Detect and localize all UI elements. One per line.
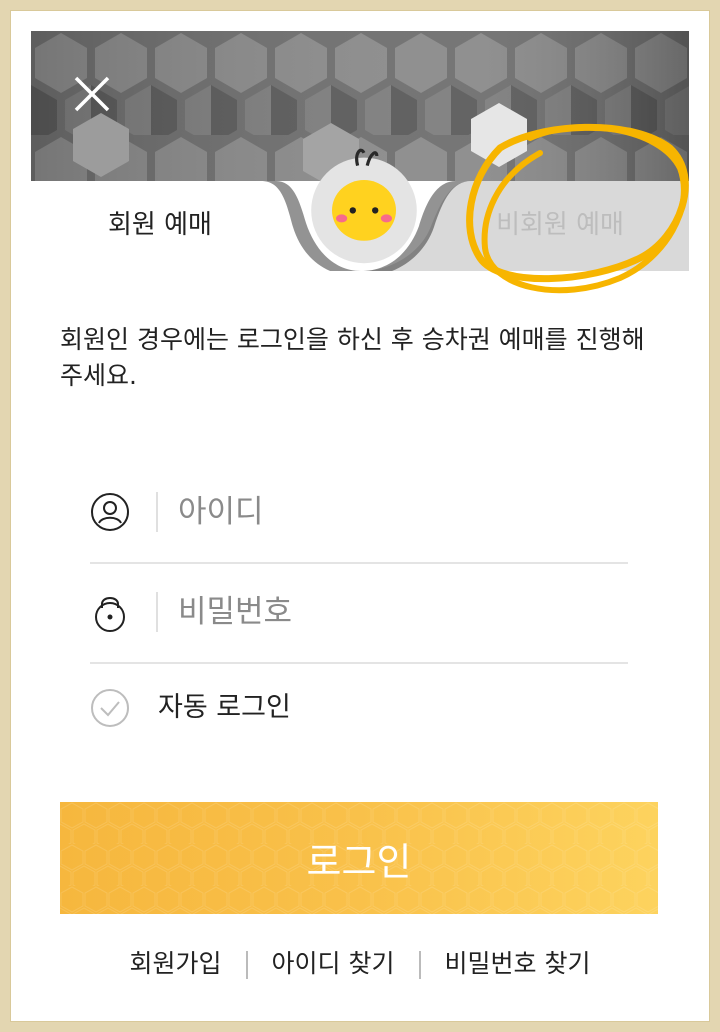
close-icon[interactable]: [68, 70, 116, 118]
password-input[interactable]: [176, 582, 610, 642]
login-description: 회원인 경우에는 로그인을 하신 후 승차권 예매를 진행해 주세요.: [60, 325, 645, 390]
mascot-icon: [311, 148, 417, 264]
highlight-scribble: [466, 123, 689, 294]
find-id-link[interactable]: 아이디 찾기: [272, 949, 395, 978]
auto-login-checkbox[interactable]: 자동 로그인: [90, 686, 390, 730]
login-button-label: 로그인: [306, 839, 412, 884]
signup-link[interactable]: 회원가입: [130, 949, 222, 978]
login-button[interactable]: 로그인: [60, 802, 658, 914]
field-divider: [156, 492, 158, 532]
id-field-row: [90, 462, 628, 564]
find-password-link[interactable]: 비밀번호 찾기: [445, 949, 591, 978]
id-input[interactable]: [176, 482, 610, 542]
user-icon: [91, 493, 129, 531]
auto-login-label: 자동 로그인: [158, 692, 291, 723]
check-icon: [91, 689, 129, 727]
footer-divider: [418, 951, 421, 979]
footer-links: 회원가입 아이디 찾기 비밀번호 찾기: [0, 944, 720, 984]
field-divider: [156, 592, 158, 632]
tab-member-booking[interactable]: 회원 예매: [60, 198, 260, 252]
footer-divider: [245, 951, 248, 979]
password-field-row: [90, 562, 628, 664]
lock-icon: [95, 597, 125, 632]
